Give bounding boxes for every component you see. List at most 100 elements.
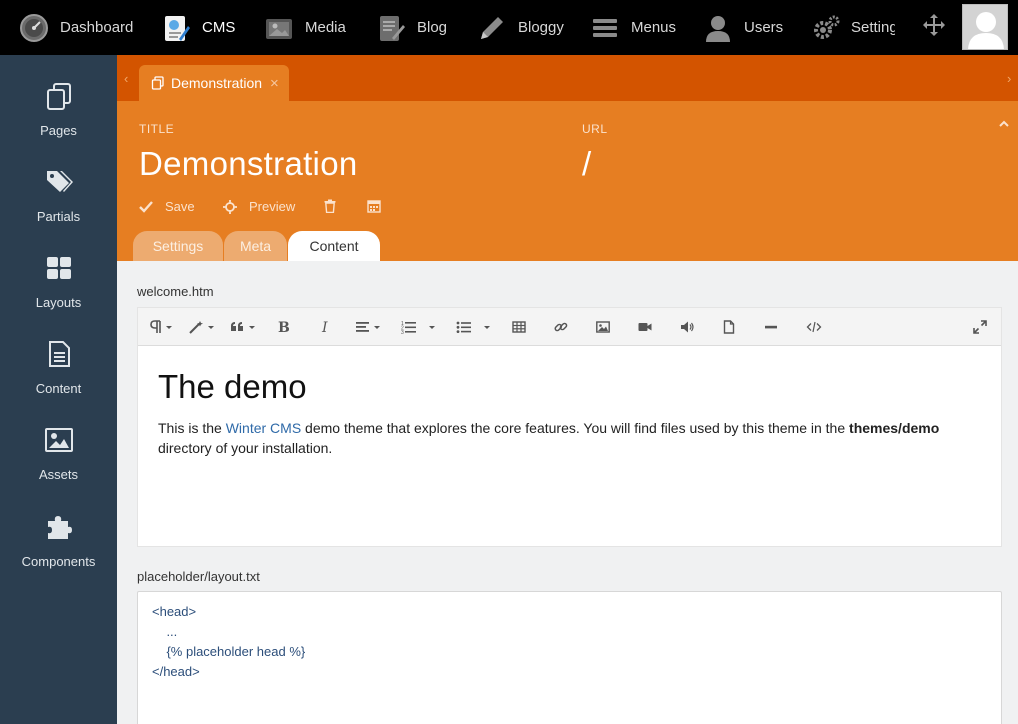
trash-icon <box>324 199 336 213</box>
unordered-list-icon <box>456 321 490 333</box>
bold-button[interactable]: B <box>276 316 290 338</box>
blog-icon <box>375 12 407 44</box>
cms-sidebar: Pages Partials Layouts Content Assets Co… <box>0 55 117 724</box>
align-left-icon <box>356 322 380 332</box>
horizontal-rule-button[interactable] <box>764 316 778 338</box>
quote-button[interactable] <box>230 316 258 338</box>
check-icon <box>139 200 153 213</box>
nav-dashboard-label: Dashboard <box>60 19 134 36</box>
menu-icon <box>589 12 621 44</box>
pages-icon <box>151 76 165 90</box>
tab-content[interactable]: Content <box>288 231 380 261</box>
preview-label: Preview <box>249 199 296 214</box>
save-label: Save <box>165 199 195 214</box>
nav-blog[interactable]: Blog <box>375 0 447 55</box>
insert-file-button[interactable] <box>722 316 736 338</box>
nav-media[interactable]: Media <box>263 0 346 55</box>
align-button[interactable] <box>355 316 383 338</box>
content-panel: welcome.htm B I 123 The demo This is the… <box>117 261 1018 724</box>
code-editor[interactable]: <head> ... {% placeholder head %} </head… <box>137 591 1002 724</box>
table-button[interactable] <box>512 316 526 338</box>
tab-settings[interactable]: Settings <box>133 231 223 261</box>
code-view-button[interactable] <box>806 316 822 338</box>
video-icon <box>638 323 652 331</box>
nav-blog-label: Blog <box>417 19 448 36</box>
url-input[interactable]: / <box>582 145 591 183</box>
sidebar-item-label: Pages <box>40 123 77 138</box>
user-icon <box>702 12 734 44</box>
file-label: placeholder/layout.txt <box>137 569 260 584</box>
avatar[interactable] <box>962 4 1008 50</box>
code-icon <box>806 321 822 333</box>
ordered-list-icon: 123 <box>401 321 435 334</box>
sidebar-item-pages[interactable]: Pages <box>0 81 117 161</box>
link-button[interactable] <box>554 316 568 338</box>
styles-button[interactable] <box>188 316 216 338</box>
svg-text:B: B <box>278 320 290 334</box>
media-icon <box>263 12 295 44</box>
chevron-right-icon[interactable]: › <box>1007 71 1011 86</box>
expand-icon <box>973 320 987 334</box>
crosshair-icon <box>223 199 237 214</box>
code-line: ... <box>152 624 178 639</box>
theme-path-text: themes/demo <box>849 420 940 436</box>
unordered-list-button[interactable] <box>456 316 494 338</box>
chevron-left-icon[interactable]: ‹ <box>124 71 128 86</box>
magic-wand-icon <box>189 321 214 334</box>
nav-users-label: Users <box>744 19 784 36</box>
insert-video-button[interactable] <box>638 316 652 338</box>
title-label: TITLE <box>139 122 175 136</box>
nav-menus[interactable]: Menus <box>589 0 676 55</box>
cms-icon <box>160 12 192 44</box>
ordered-list-button[interactable]: 123 <box>401 316 439 338</box>
delete-button[interactable] <box>324 199 348 213</box>
sidebar-item-content[interactable]: Content <box>0 339 117 419</box>
chevron-up-icon[interactable] <box>998 117 1010 129</box>
winter-cms-link[interactable]: Winter CMS <box>226 420 301 436</box>
pencil-icon <box>476 12 508 44</box>
top-navigation: Dashboard CMS Media Blog Bloggy Menus Us… <box>0 0 1018 55</box>
schedule-button[interactable] <box>367 199 393 213</box>
nav-dashboard[interactable]: Dashboard <box>18 0 133 55</box>
richtext-editor: B I 123 The demo This is the Winter CMS … <box>137 307 1002 547</box>
sidebar-item-components[interactable]: Components <box>0 512 117 592</box>
title-input[interactable]: Demonstration <box>139 145 358 183</box>
insert-image-button[interactable] <box>596 316 610 338</box>
page-editor-header: ‹ Demonstration × › TITLE URL Demonstrat… <box>117 55 1018 261</box>
nav-cms[interactable]: CMS <box>160 0 235 55</box>
document-tab-strip: ‹ Demonstration × › <box>117 55 1018 101</box>
move-icon[interactable] <box>922 13 946 37</box>
italic-icon: I <box>321 320 328 334</box>
sidebar-item-label: Components <box>21 554 96 569</box>
close-icon[interactable]: × <box>270 75 279 92</box>
sidebar-item-layouts[interactable]: Layouts <box>0 253 117 333</box>
paragraph-format-button[interactable] <box>150 316 174 338</box>
svg-text:I: I <box>321 320 328 334</box>
nav-settings[interactable]: Settings <box>811 0 895 55</box>
code-line: {% placeholder head %} <box>152 644 306 659</box>
editor-content[interactable]: The demo This is the Winter CMS demo the… <box>158 368 988 458</box>
nav-users[interactable]: Users <box>702 0 783 55</box>
insert-audio-button[interactable] <box>680 316 694 338</box>
pages-icon <box>44 81 74 111</box>
nav-bloggy[interactable]: Bloggy <box>476 0 564 55</box>
link-icon <box>554 322 568 332</box>
document-icon <box>44 339 74 369</box>
italic-button[interactable]: I <box>319 316 333 338</box>
fullscreen-button[interactable] <box>973 316 987 338</box>
sidebar-item-label: Assets <box>38 467 78 482</box>
sidebar-item-partials[interactable]: Partials <box>0 167 117 247</box>
nav-media-label: Media <box>305 19 346 36</box>
quote-icon <box>231 322 255 331</box>
tab-meta[interactable]: Meta <box>224 231 287 261</box>
preview-button[interactable]: Preview <box>223 199 295 214</box>
save-button[interactable]: Save <box>139 199 195 214</box>
puzzle-icon <box>44 512 74 542</box>
editor-toolbar: B I 123 <box>138 308 1001 346</box>
content-paragraph: This is the Winter CMS demo theme that e… <box>158 418 988 458</box>
nav-cms-label: CMS <box>202 19 236 36</box>
paragraph-text: demo theme that explores the core featur… <box>301 420 850 436</box>
sidebar-item-assets[interactable]: Assets <box>0 425 117 505</box>
document-tab[interactable]: Demonstration × <box>139 65 289 101</box>
gear-icon <box>811 12 841 44</box>
